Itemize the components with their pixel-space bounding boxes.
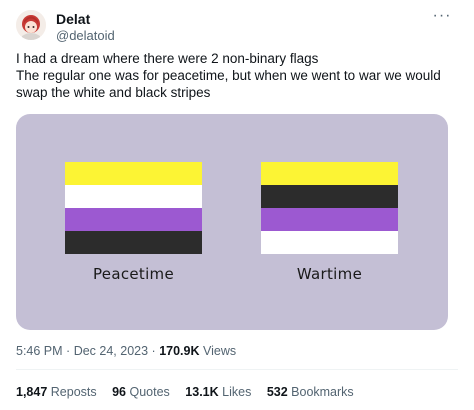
tweet-time[interactable]: 5:46 PM (16, 344, 63, 358)
more-options-icon[interactable]: ··· (430, 8, 454, 24)
tweet-text-line: I had a dream where there were 2 non-bin… (16, 51, 319, 66)
avatar-icon (16, 10, 46, 40)
peacetime-label: Peacetime (93, 265, 174, 283)
quotes-count: 96 (112, 385, 127, 399)
wartime-label: Wartime (296, 265, 363, 283)
reposts-label: Reposts (50, 385, 97, 399)
likes-label: Likes (222, 385, 252, 399)
flag-stripe (65, 208, 202, 231)
bookmarks-label: Bookmarks (291, 385, 354, 399)
flag-stripe (261, 185, 398, 208)
likes-stat[interactable]: 13.1K Likes (185, 384, 251, 400)
flag-stripe (261, 231, 398, 254)
flag-stripe (65, 185, 202, 208)
likes-count: 13.1K (185, 385, 219, 399)
tweet-text-line: The regular one was for peacetime, but w… (16, 68, 441, 83)
reposts-count: 1,847 (16, 385, 48, 399)
avatar[interactable] (16, 10, 46, 40)
media-image[interactable]: Peacetime Wartime (16, 114, 448, 330)
views-label: Views (203, 344, 237, 358)
divider (16, 369, 458, 370)
reposts-stat[interactable]: 1,847 Reposts (16, 384, 97, 400)
tweet-date[interactable]: Dec 24, 2023 (74, 344, 148, 358)
flag-stripe (65, 231, 202, 254)
quotes-stat[interactable]: 96 Quotes (112, 384, 170, 400)
meta-separator: · (66, 344, 71, 358)
flag-stripe (261, 162, 398, 185)
peacetime-flag (65, 162, 202, 254)
views-count: 170.9K (159, 344, 200, 358)
user-handle[interactable]: @delatoid (56, 28, 115, 44)
tweet-text: I had a dream where there were 2 non-bin… (16, 50, 461, 101)
display-name[interactable]: Delat (56, 11, 90, 27)
wartime-flag (261, 162, 398, 254)
flag-stripe (65, 162, 202, 185)
flag-stripe (261, 208, 398, 231)
tweet-text-line: swap the white and black stripes (16, 85, 211, 100)
meta-separator: · (151, 344, 156, 358)
bookmarks-stat[interactable]: 532 Bookmarks (267, 384, 354, 400)
bookmarks-count: 532 (266, 385, 288, 399)
quotes-label: Quotes (129, 385, 170, 399)
engagement-stats: 1,847 Reposts 96 Quotes 13.1K Likes 532 … (16, 384, 366, 400)
tweet-meta: 5:46 PM · Dec 24, 2023 · 170.9K Views (16, 343, 236, 359)
